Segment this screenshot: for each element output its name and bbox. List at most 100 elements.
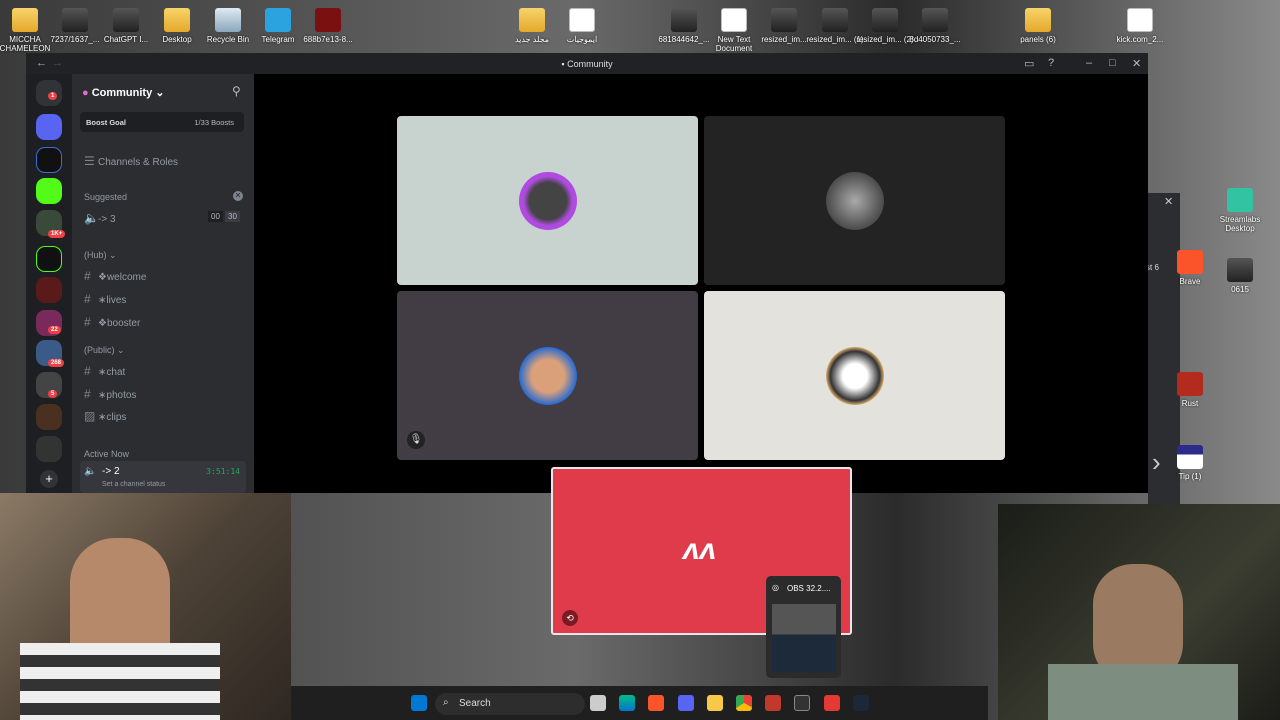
file-icon bbox=[315, 8, 341, 32]
badge: 22 bbox=[48, 326, 61, 334]
obs-thumbnail bbox=[772, 604, 836, 672]
window-title: ▪ Community bbox=[561, 59, 613, 69]
brave-icon[interactable] bbox=[648, 695, 664, 711]
streamlabs-icon bbox=[1227, 188, 1253, 212]
app-logo-icon: ʌʌ bbox=[683, 533, 717, 566]
taskbar-search[interactable]: ⌕ Search bbox=[435, 693, 585, 715]
user-count: 00 bbox=[208, 211, 223, 222]
channel-sidebar: ● Community ⌄ ⚲ Boost Goal 1/33 Boosts ☰… bbox=[72, 74, 254, 493]
hash-icon: # bbox=[84, 387, 91, 401]
voice-connection-panel[interactable]: 🔈 -> 2 3:51:14 Set a channel status bbox=[80, 461, 246, 493]
desktop-icon-folder[interactable]: panels (6) bbox=[1008, 8, 1068, 44]
desktop-icon-streamlabs[interactable]: Streamlabs Desktop bbox=[1211, 188, 1269, 233]
inbox-icon[interactable]: ▭ bbox=[1024, 57, 1034, 70]
document-icon bbox=[721, 8, 747, 32]
desktop-icon-rust[interactable]: Rust bbox=[1161, 372, 1219, 408]
task-view-icon[interactable] bbox=[590, 695, 606, 711]
hash-icon: # bbox=[84, 315, 91, 329]
obs-taskbar-preview[interactable]: ◎ OBS 32.2.... bbox=[766, 576, 841, 678]
screen: MICCHA CHAMELEON 7237/1637_... ChatGPT I… bbox=[0, 0, 1280, 720]
folder-icon bbox=[12, 8, 38, 32]
image-file-icon bbox=[1227, 258, 1253, 282]
channel-booster[interactable]: # ❖booster bbox=[84, 315, 140, 329]
avatar bbox=[825, 171, 884, 230]
server-icon[interactable] bbox=[36, 436, 62, 462]
channels-roles-link[interactable]: ☰ Channels & Roles bbox=[84, 154, 178, 168]
dismiss-icon[interactable]: ✕ bbox=[233, 191, 243, 201]
suggested-label: Suggested bbox=[84, 192, 128, 202]
maximize-icon[interactable]: □ bbox=[1109, 57, 1116, 69]
add-server-icon[interactable]: + bbox=[40, 470, 58, 488]
app-icon[interactable] bbox=[765, 695, 781, 711]
image-file-icon bbox=[62, 8, 88, 32]
suggested-voice-channel[interactable]: 🔈-> 3 bbox=[84, 211, 116, 225]
list-icon: ☰ bbox=[84, 154, 95, 168]
channel-photos[interactable]: # ∗photos bbox=[84, 387, 136, 401]
channel-lives[interactable]: # ∗lives bbox=[84, 292, 126, 306]
channel-chat[interactable]: # ∗chat bbox=[84, 364, 125, 378]
desktop-icon-image[interactable]: 8d4050733_... bbox=[905, 8, 965, 44]
server-badge-icon: ● bbox=[82, 87, 92, 99]
server-icon[interactable] bbox=[36, 147, 62, 173]
media-icon: ▨ bbox=[84, 409, 96, 423]
boost-goal-bar[interactable]: Boost Goal 1/33 Boosts bbox=[80, 112, 244, 132]
help-icon[interactable]: ? bbox=[1048, 57, 1054, 69]
avatar bbox=[518, 171, 577, 230]
avatar bbox=[518, 346, 577, 405]
striped-shirt bbox=[20, 643, 220, 720]
desktop-icon-file[interactable]: kick.com_2... bbox=[1110, 8, 1170, 44]
hash-icon: # bbox=[84, 269, 91, 283]
server-list: 1 1K+ 22 268 5 + bbox=[26, 74, 72, 493]
desktop-icon-file[interactable]: Tip (1) bbox=[1161, 445, 1219, 481]
speaker-icon: 🔈 bbox=[84, 466, 97, 477]
discord-window: ← → ▪ Community ▭ ? – □ ✕ 1 1K+ 22 268 5 bbox=[26, 53, 1148, 493]
participant-tile[interactable] bbox=[704, 291, 1005, 460]
document-icon bbox=[569, 8, 595, 32]
desktop-icon-folder[interactable]: ايموجيات bbox=[552, 8, 612, 44]
edge-icon[interactable] bbox=[619, 695, 635, 711]
rust-icon bbox=[1177, 372, 1203, 396]
hash-icon: # bbox=[84, 292, 91, 306]
webcam-overlay-left bbox=[0, 493, 291, 720]
user-limit: 30 bbox=[225, 211, 240, 222]
chevron-right-icon[interactable]: › bbox=[1152, 447, 1161, 478]
folder-icon bbox=[164, 8, 190, 32]
participant-tile[interactable] bbox=[397, 116, 698, 285]
server-icon[interactable] bbox=[36, 114, 62, 140]
obs-icon[interactable] bbox=[794, 695, 810, 711]
invite-people-icon[interactable]: ⚲ bbox=[232, 84, 241, 98]
streaming-app-icon[interactable] bbox=[824, 695, 840, 711]
desktop-icon-file[interactable]: 688b7e13-8... bbox=[298, 8, 358, 44]
participant-tile[interactable]: 🎙 bbox=[397, 291, 698, 460]
channel-clips[interactable]: ▨ ∗clips bbox=[84, 409, 126, 423]
chevron-down-icon: ⌄ bbox=[109, 250, 117, 260]
steam-icon[interactable] bbox=[853, 695, 869, 711]
webcam-overlay-right bbox=[998, 504, 1280, 720]
chevron-down-icon: ⌄ bbox=[117, 345, 125, 355]
guest-shirt bbox=[1048, 664, 1238, 720]
category-public[interactable]: (Public) ⌄ bbox=[84, 345, 125, 356]
chevron-down-icon: ⌄ bbox=[155, 87, 165, 99]
kick-server-icon[interactable] bbox=[36, 178, 62, 204]
file-explorer-icon[interactable] bbox=[707, 695, 723, 711]
server-name[interactable]: ● Community ⌄ bbox=[82, 86, 164, 99]
server-icon[interactable] bbox=[36, 404, 62, 430]
desktop-icon-image[interactable]: 0615 bbox=[1211, 258, 1269, 294]
channel-welcome[interactable]: # ❖welcome bbox=[84, 269, 146, 283]
close-icon[interactable]: ✕ bbox=[1132, 57, 1141, 70]
start-icon[interactable] bbox=[411, 695, 427, 711]
chrome-icon[interactable] bbox=[736, 695, 752, 711]
image-file-icon bbox=[113, 8, 139, 32]
participant-tile[interactable] bbox=[704, 116, 1005, 285]
screenshare-icon[interactable]: ⟲ bbox=[562, 610, 578, 626]
close-icon[interactable]: ✕ bbox=[1164, 195, 1173, 208]
image-file-icon bbox=[822, 8, 848, 32]
server-icon[interactable] bbox=[36, 246, 62, 272]
minimize-icon[interactable]: – bbox=[1086, 57, 1092, 69]
image-file-icon bbox=[922, 8, 948, 32]
folder-icon bbox=[519, 8, 545, 32]
server-icon[interactable] bbox=[36, 277, 62, 303]
video-grid: 🎙 bbox=[254, 74, 1148, 493]
discord-icon[interactable] bbox=[678, 695, 694, 711]
category-hub[interactable]: (Hub) ⌄ bbox=[84, 250, 117, 261]
